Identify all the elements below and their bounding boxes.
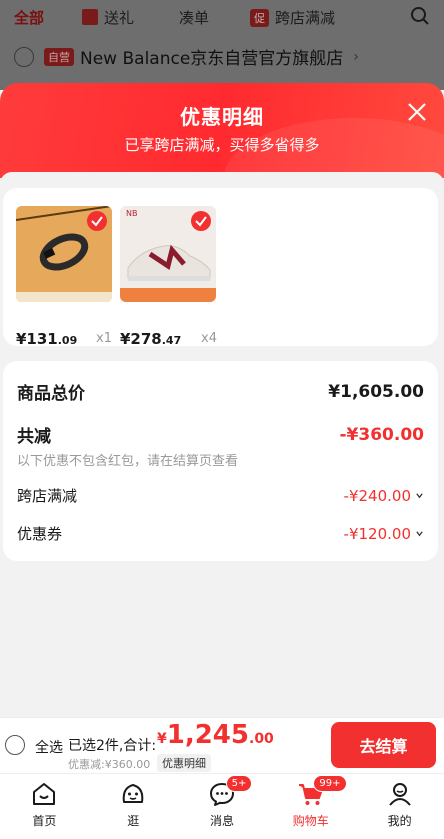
- profile-icon: [388, 783, 411, 806]
- product-image-belt: [16, 206, 112, 302]
- discount-row-cross-store[interactable]: 跨店满减 -¥240.00: [17, 485, 424, 506]
- selected-check-icon: [87, 211, 107, 231]
- discount-item-label: 优惠券: [17, 525, 63, 543]
- discount-detail-button[interactable]: 优惠明细: [157, 754, 211, 772]
- checkout-total: ¥1,245.00: [157, 720, 274, 750]
- nav-cart[interactable]: 99+ 购物车: [266, 774, 355, 839]
- explore-icon: [122, 784, 144, 803]
- product-item[interactable]: NB ¥278.47 x4: [120, 206, 217, 348]
- popup-title: 优惠明细: [180, 105, 264, 129]
- discount-item-value: -¥240.00: [343, 486, 411, 505]
- nav-label: 我的: [387, 814, 412, 828]
- select-all-label[interactable]: 全选: [35, 737, 63, 757]
- checkout-bar: 全选 已选2件,合计: ¥1,245.00 优惠减:¥360.00 优惠明细 去…: [0, 717, 444, 773]
- tab-gift-label: 送礼: [104, 9, 135, 27]
- products-card: ¥131.09 x1 NB ¥278.47 x4: [3, 188, 438, 348]
- chevron-right-icon: ›: [353, 48, 359, 65]
- store-name[interactable]: New Balance京东自营官方旗舰店: [80, 44, 343, 69]
- home-icon: [33, 783, 56, 805]
- cart-filter-tabs: 全部 送礼 凑单 促跨店满减: [0, 0, 444, 34]
- message-badge: 5+: [225, 775, 253, 792]
- tab-all[interactable]: 全部: [14, 7, 44, 28]
- popup-header: 优惠明细 已享跨店满减，买得多省得多: [0, 83, 444, 178]
- nav-explore[interactable]: 逛: [89, 774, 178, 839]
- gift-icon: [82, 9, 98, 25]
- self-operated-badge: 自营: [44, 47, 74, 66]
- nav-label: 首页: [32, 814, 57, 828]
- total-price-label: 商品总价: [17, 384, 85, 404]
- discount-total-value: -¥360.00: [339, 424, 425, 445]
- tab-cross-store[interactable]: 促跨店满减: [250, 7, 335, 28]
- cart-badge: 99+: [313, 775, 347, 792]
- product-price: ¥131.09: [16, 330, 78, 348]
- checkout-discount-text: 优惠减:¥360.00: [68, 758, 151, 771]
- selected-count-text: 已选2件,合计:: [68, 738, 157, 754]
- discount-item-value: -¥120.00: [343, 524, 411, 543]
- nav-messages[interactable]: 5+ 消息: [178, 774, 267, 839]
- svg-text:NB: NB: [126, 209, 137, 218]
- close-icon[interactable]: [406, 101, 428, 123]
- promo-badge: 促: [250, 9, 269, 27]
- nav-label: 消息: [209, 814, 234, 828]
- checkout-button[interactable]: 去结算: [331, 722, 436, 768]
- tab-bundle[interactable]: 凑单: [179, 7, 209, 28]
- discount-summary-card: 商品总价 ¥1,605.00 共减 -¥360.00 以下优惠不包含红包，请在结…: [3, 361, 438, 561]
- store-select-radio[interactable]: [14, 46, 34, 67]
- tab-cross-store-label: 跨店满减: [275, 9, 336, 27]
- chevron-down-icon: [416, 531, 423, 537]
- discount-total-label: 共减: [17, 427, 51, 447]
- discount-note: 以下优惠不包含红包，请在结算页查看: [17, 454, 239, 469]
- popup-subtitle: 已享跨店满减，买得多省得多: [124, 136, 320, 154]
- total-price-value: ¥1,605.00: [328, 381, 424, 402]
- search-icon[interactable]: [410, 6, 430, 26]
- nav-profile[interactable]: 我的: [355, 774, 444, 839]
- product-qty: x1: [96, 331, 112, 346]
- tab-gift[interactable]: 送礼: [82, 7, 134, 28]
- bottom-nav: 首页 逛 5+ 消息 99+ 购物车 我的: [0, 773, 444, 839]
- product-image-sneaker: NB: [120, 206, 216, 302]
- discount-item-label: 跨店满减: [17, 487, 78, 505]
- store-row: 自营 New Balance京东自营官方旗舰店 ›: [14, 44, 430, 69]
- product-qty: x4: [201, 331, 217, 346]
- nav-home[interactable]: 首页: [0, 774, 89, 839]
- nav-label: 购物车: [292, 814, 329, 828]
- discount-row-coupon[interactable]: 优惠券 -¥120.00: [17, 523, 424, 544]
- select-all-radio[interactable]: [5, 735, 25, 755]
- selected-check-icon: [191, 211, 211, 231]
- product-item[interactable]: ¥131.09 x1: [16, 206, 112, 348]
- product-price: ¥278.47: [120, 330, 182, 348]
- nav-label: 逛: [127, 814, 140, 828]
- chevron-down-icon: [416, 493, 423, 499]
